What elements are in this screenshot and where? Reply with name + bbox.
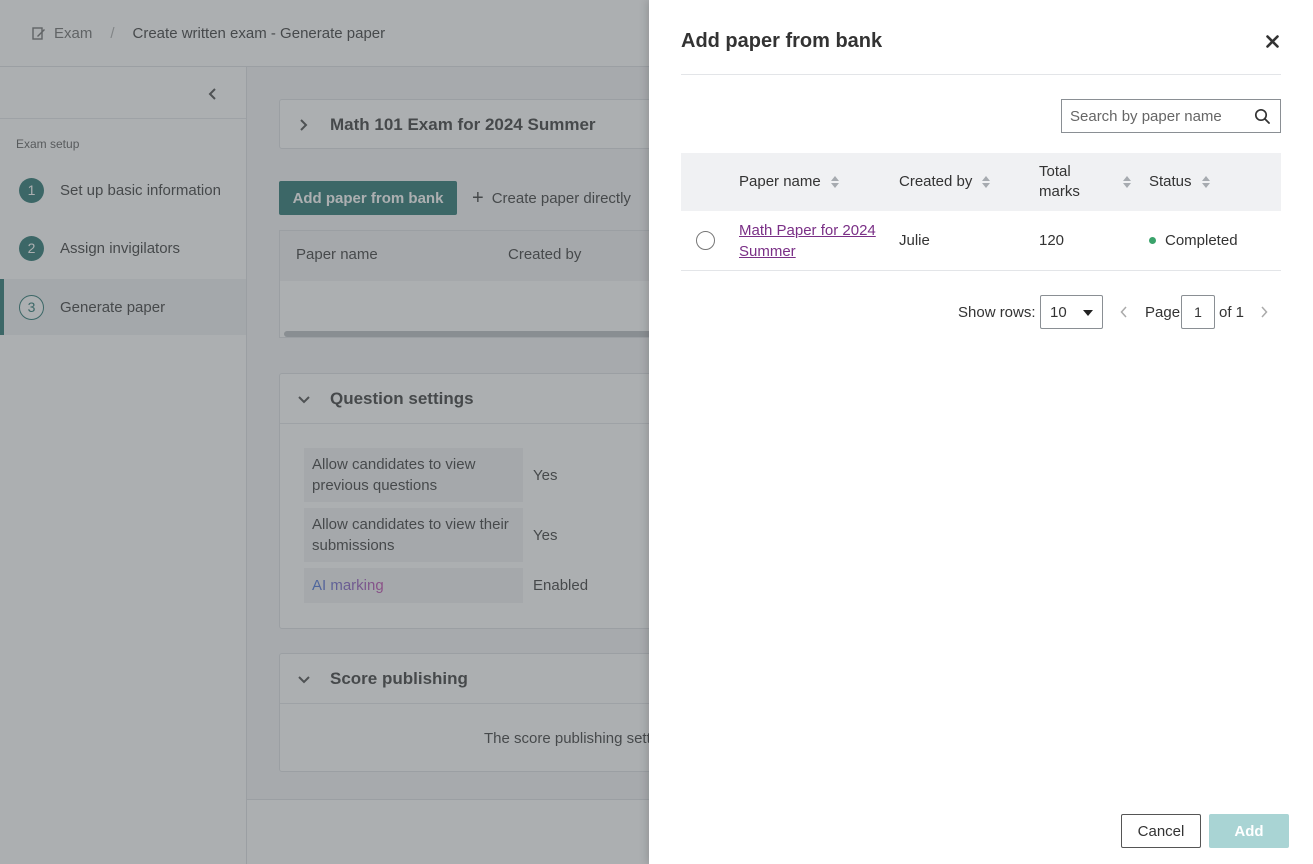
add-paper-drawer: Add paper from bank Paper name Created b…	[649, 0, 1313, 864]
drawer-divider	[681, 74, 1281, 75]
previous-page-icon[interactable]	[1115, 295, 1133, 329]
table-header: Paper name Created by Total marks Status	[681, 153, 1281, 211]
radio-button[interactable]	[696, 231, 715, 250]
row-select-radio[interactable]	[696, 211, 715, 270]
rows-per-page-value: 10	[1050, 303, 1067, 321]
sort-icon	[830, 176, 839, 188]
column-header-status[interactable]: Status	[1149, 153, 1210, 211]
page-number-input[interactable]: 1	[1181, 295, 1215, 329]
caret-down-icon	[1083, 310, 1093, 316]
table-row[interactable]: Math Paper for 2024 Summer Julie 120 Com…	[681, 211, 1281, 271]
column-header-label: Status	[1149, 173, 1192, 190]
drawer-title: Add paper from bank	[681, 30, 883, 52]
page-total-label: of 1	[1219, 303, 1245, 321]
sort-icon	[982, 176, 991, 188]
sort-icon	[1201, 176, 1210, 188]
created-by-cell: Julie	[899, 232, 930, 249]
cancel-button[interactable]: Cancel	[1121, 814, 1201, 848]
column-header-label: Paper name	[739, 173, 821, 190]
status-label: Completed	[1165, 232, 1238, 249]
search-box	[1061, 99, 1281, 133]
next-page-icon[interactable]	[1255, 295, 1273, 329]
column-header-created-by[interactable]: Created by	[899, 153, 991, 211]
show-rows-label: Show rows:	[958, 303, 1036, 321]
page-label: Page	[1145, 303, 1181, 321]
paper-bank-table: Paper name Created by Total marks Status…	[681, 153, 1281, 271]
close-icon[interactable]	[1261, 30, 1283, 52]
column-header-label: Total marks	[1039, 163, 1080, 200]
status-cell: Completed	[1149, 211, 1238, 270]
status-dot	[1149, 237, 1156, 244]
column-header-paper-name[interactable]: Paper name	[739, 153, 839, 211]
sort-icon	[1123, 176, 1131, 188]
column-header-label: Created by	[899, 173, 973, 190]
paper-name-link[interactable]: Math Paper for 2024 Summer	[739, 220, 884, 262]
rows-per-page-select[interactable]: 10	[1040, 295, 1103, 329]
search-input[interactable]	[1062, 101, 1247, 131]
total-marks-cell: 120	[1039, 232, 1065, 249]
search-icon[interactable]	[1247, 101, 1277, 131]
column-header-total-marks[interactable]: Total marks	[1039, 153, 1131, 211]
add-button[interactable]: Add	[1209, 814, 1289, 848]
